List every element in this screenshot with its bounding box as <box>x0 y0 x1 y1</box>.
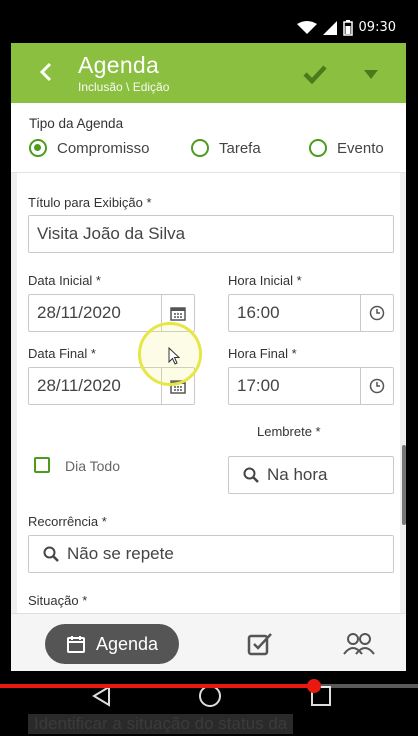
situacao-label: Situação * <box>28 593 88 608</box>
hora-final-value: 17:00 <box>237 376 280 395</box>
clock-icon <box>369 378 385 394</box>
signal-icon <box>322 20 337 35</box>
scrollbar[interactable] <box>402 445 406 525</box>
recorrencia-select[interactable]: Não se repete <box>28 535 394 573</box>
calendar-icon <box>66 636 85 653</box>
video-progress-fill <box>0 684 314 688</box>
time-picker-button[interactable] <box>360 295 393 331</box>
tipo-agenda-section: Tipo da Agenda Compromisso Tarefa Evento <box>11 103 406 173</box>
radio-evento-label: Evento <box>337 139 384 157</box>
phone-screen: 09:30 Agenda Inclusão \ Edição Tipo da A… <box>11 12 406 722</box>
data-inicial-value: 28/11/2020 <box>37 303 121 322</box>
hora-final-input[interactable]: 17:00 <box>228 367 394 405</box>
hora-inicial-input[interactable]: 16:00 <box>228 294 394 332</box>
hora-inicial-label: Hora Inicial * <box>228 273 302 288</box>
radio-unselected-icon <box>191 139 209 157</box>
time-picker-button[interactable] <box>360 368 393 404</box>
video-caption: Identificar a situação do status da <box>28 714 294 734</box>
tipo-agenda-label: Tipo da Agenda <box>29 116 124 131</box>
checkbox-checked-icon <box>247 633 272 656</box>
video-progress-bar[interactable] <box>0 679 418 693</box>
dia-todo-label: Dia Todo <box>65 458 121 474</box>
video-frame: 09:30 Agenda Inclusão \ Edição Tipo da A… <box>0 0 418 736</box>
radio-tarefa-label: Tarefa <box>219 139 261 157</box>
dia-todo-checkbox[interactable] <box>34 457 50 473</box>
nav-home-icon[interactable] <box>199 685 221 707</box>
lembrete-value: Na hora <box>267 465 328 484</box>
titulo-value: Visita João da Silva <box>37 224 186 243</box>
caption-strip: Identificar a situação do status da <box>0 712 418 736</box>
recorrencia-value: Não se repete <box>67 544 174 563</box>
hora-inicial-value: 16:00 <box>237 303 280 322</box>
titulo-label: Título para Exibição * <box>28 195 152 210</box>
data-inicial-label: Data Inicial * <box>28 273 101 288</box>
radio-unselected-icon <box>309 139 327 157</box>
search-icon <box>29 546 59 562</box>
caret-down-icon <box>364 69 378 79</box>
tab-agenda[interactable]: Agenda <box>45 624 179 664</box>
titulo-input[interactable]: Visita João da Silva <box>28 215 394 253</box>
radio-selected-icon <box>29 139 47 157</box>
calendar-icon <box>170 307 186 321</box>
hora-final-label: Hora Final * <box>228 346 297 361</box>
back-button[interactable] <box>33 57 59 87</box>
lembrete-label: Lembrete * <box>257 424 321 439</box>
save-button[interactable] <box>301 61 329 87</box>
data-final-value: 28/11/2020 <box>37 376 121 395</box>
form-card: Título para Exibição * Visita João da Si… <box>17 173 400 613</box>
recorrencia-label: Recorrência * <box>28 514 107 529</box>
status-time: 09:30 <box>358 20 396 35</box>
data-final-label: Data Final * <box>28 346 96 361</box>
page-title: Agenda <box>78 52 160 78</box>
bottom-tab-bar: Agenda <box>11 613 406 671</box>
tab-contatos[interactable] <box>341 630 377 658</box>
options-dropdown-button[interactable] <box>361 65 381 83</box>
lembrete-select[interactable]: Na hora <box>228 456 394 494</box>
form-scroll-area[interactable]: Título para Exibição * Visita João da Si… <box>11 173 406 613</box>
radio-compromisso-label: Compromisso <box>57 139 150 157</box>
mouse-pointer-icon <box>168 347 180 365</box>
search-icon <box>229 467 259 483</box>
chevron-left-icon <box>39 62 52 82</box>
status-bar: 09:30 <box>11 12 406 43</box>
radio-tarefa[interactable]: Tarefa <box>191 139 261 157</box>
radio-compromisso[interactable]: Compromisso <box>29 139 150 157</box>
battery-icon <box>342 19 353 36</box>
people-icon <box>343 633 375 655</box>
wifi-icon <box>296 20 317 35</box>
tab-agenda-label: Agenda <box>95 633 159 654</box>
clock-icon <box>369 305 385 321</box>
video-progress-knob[interactable] <box>306 679 321 693</box>
tab-tarefas[interactable] <box>245 630 275 658</box>
page-subtitle: Inclusão \ Edição <box>78 80 170 94</box>
check-icon <box>303 65 327 84</box>
app-header: Agenda Inclusão \ Edição <box>11 43 406 103</box>
nav-back-icon[interactable] <box>91 685 111 707</box>
radio-evento[interactable]: Evento <box>309 139 384 157</box>
